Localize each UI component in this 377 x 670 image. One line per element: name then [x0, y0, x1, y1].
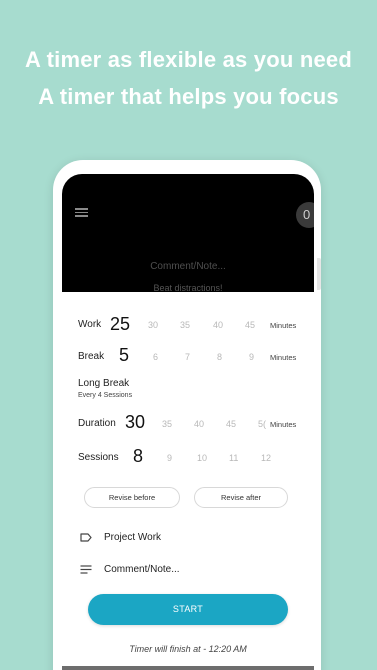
- duration-unit: Minutes: [270, 420, 297, 429]
- work-label: Work: [78, 319, 102, 330]
- work-row: Work 25 30 35 40 45 Minutes: [78, 314, 314, 338]
- headline-focus: A timer that helps you focus: [38, 84, 339, 109]
- work-option[interactable]: 45: [245, 320, 255, 330]
- break-option[interactable]: 8: [217, 352, 222, 362]
- comment-hint: Comment/Note...: [150, 261, 226, 272]
- break-option[interactable]: 9: [249, 352, 254, 362]
- sessions-row: Sessions 8 9 10 11 12: [78, 446, 314, 470]
- break-row: Break 5 6 7 8 9 Minutes: [78, 345, 314, 369]
- phone-screen: 0 Comment/Note... Beat distractions! Wor…: [62, 174, 314, 670]
- sessions-option[interactable]: 10: [197, 453, 207, 463]
- break-option[interactable]: 6: [153, 352, 158, 362]
- sessions-option[interactable]: 9: [167, 453, 172, 463]
- break-unit: Minutes: [270, 353, 297, 362]
- duration-row: Duration 30 35 40 45 5( Minutes: [78, 412, 314, 436]
- revise-after-button[interactable]: Revise after: [194, 487, 288, 508]
- sessions-option[interactable]: 11: [229, 453, 238, 463]
- sessions-option[interactable]: 12: [261, 453, 271, 463]
- duration-label: Duration: [78, 418, 116, 429]
- work-selected-value[interactable]: 25: [110, 314, 130, 335]
- project-field[interactable]: Project Work: [104, 532, 161, 543]
- finish-time-text: Timer will finish at - 12:20 AM: [129, 644, 247, 654]
- work-option[interactable]: 40: [213, 320, 223, 330]
- duration-option[interactable]: 45: [226, 419, 236, 429]
- tag-icon: [80, 533, 92, 542]
- long-break-subtitle: Every 4 Sessions: [78, 392, 133, 399]
- break-label: Break: [78, 351, 105, 362]
- phone-side-button: [317, 258, 321, 290]
- notes-icon: [80, 565, 92, 574]
- duration-option[interactable]: 35: [162, 419, 172, 429]
- duration-option[interactable]: 5(: [258, 419, 266, 429]
- menu-icon[interactable]: [75, 208, 88, 217]
- headline-flexible: A timer as flexible as you need: [25, 47, 352, 72]
- bottom-bar: [62, 666, 314, 670]
- motto-text: Beat distractions!: [153, 283, 223, 293]
- sessions-selected-value[interactable]: 8: [133, 446, 143, 467]
- start-button[interactable]: START: [88, 594, 288, 625]
- duration-selected-value[interactable]: 30: [125, 412, 145, 433]
- session-counter-badge[interactable]: 0: [296, 202, 314, 228]
- timer-panel: 0 Comment/Note... Beat distractions!: [62, 174, 314, 293]
- duration-option[interactable]: 40: [194, 419, 204, 429]
- long-break-label[interactable]: Long Break: [78, 378, 129, 389]
- sessions-label: Sessions: [78, 452, 119, 463]
- comment-field[interactable]: Comment/Note...: [104, 564, 180, 575]
- break-option[interactable]: 7: [185, 352, 190, 362]
- revise-before-button[interactable]: Revise before: [84, 487, 180, 508]
- work-option[interactable]: 35: [180, 320, 190, 330]
- work-unit: Minutes: [270, 321, 297, 330]
- work-option[interactable]: 30: [148, 320, 158, 330]
- break-selected-value[interactable]: 5: [119, 345, 129, 366]
